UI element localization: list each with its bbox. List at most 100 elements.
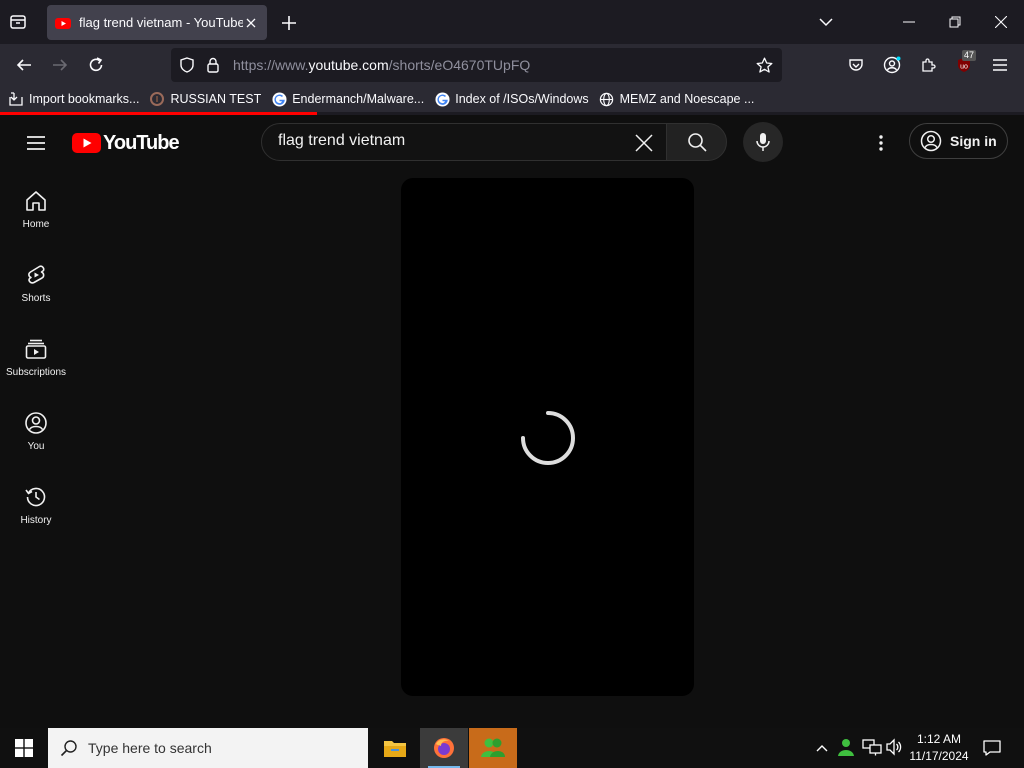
taskbar-file-explorer[interactable]: [371, 728, 419, 768]
history-icon: [25, 487, 46, 507]
shorts-icon: [28, 265, 45, 284]
bookmark-index-isos[interactable]: Index of /ISOs/Windows: [434, 91, 589, 107]
search-icon: [60, 740, 77, 757]
sign-in-label: Sign in: [950, 133, 997, 149]
notification-icon: [983, 740, 1001, 756]
bookmarks-toolbar: Import bookmarks... RUSSIAN TEST Enderma…: [0, 86, 1024, 112]
account-icon: [883, 56, 901, 74]
bookmark-import[interactable]: Import bookmarks...: [8, 91, 139, 107]
arrow-left-icon: [16, 59, 31, 71]
taskbar-search-box[interactable]: Type here to search: [48, 728, 368, 768]
sidebar-item-label: Shorts: [21, 293, 51, 304]
tab-youtube[interactable]: flag trend vietnam - YouTube: [47, 5, 267, 40]
url-text[interactable]: https://www.youtube.com/shorts/eO4670TUp…: [233, 57, 530, 73]
taskbar-app-green-people[interactable]: [469, 728, 517, 768]
chevron-up-icon: [816, 745, 828, 752]
firefox-icon: [434, 738, 454, 758]
sidebar-item-shorts[interactable]: Shorts: [0, 249, 72, 323]
sidebar-item-history[interactable]: History: [0, 471, 72, 545]
minimize-icon: [903, 21, 915, 23]
start-button[interactable]: [0, 728, 48, 768]
clock-date: 11/17/2024: [909, 749, 969, 763]
bookmark-russian-test[interactable]: RUSSIAN TEST: [149, 91, 261, 107]
hamburger-menu-icon: [27, 136, 45, 150]
action-center-button[interactable]: [980, 737, 1004, 759]
close-window-button[interactable]: [978, 0, 1024, 44]
back-button[interactable]: [8, 49, 40, 81]
pocket-button[interactable]: [840, 49, 872, 81]
minimize-button[interactable]: [886, 0, 932, 44]
loading-spinner-icon: [521, 411, 575, 465]
clear-search-button[interactable]: [634, 133, 654, 153]
close-icon: [246, 18, 256, 27]
restore-icon: [949, 16, 961, 28]
sidebar-item-label: Subscriptions: [5, 367, 67, 378]
account-button[interactable]: [876, 49, 908, 81]
network-icon[interactable]: [862, 738, 882, 756]
sidebar-item-label: You: [27, 441, 45, 452]
you-icon: [25, 412, 47, 434]
chevron-down-icon: [819, 18, 833, 27]
search-icon: [687, 133, 707, 152]
close-icon: [995, 16, 1007, 28]
folder-icon: [384, 741, 406, 757]
tray-people-icon[interactable]: [836, 737, 856, 757]
bookmark-memz-noescape[interactable]: MEMZ and Noescape ...: [599, 91, 754, 107]
tracking-protection-icon[interactable]: [179, 57, 195, 73]
list-all-tabs-button[interactable]: [814, 12, 838, 32]
bookmark-endermanch-malware[interactable]: Endermanch/Malware...: [271, 91, 424, 107]
address-bar[interactable]: https://www.youtube.com/shorts/eO4670TUp…: [171, 48, 782, 82]
bookmark-star-button[interactable]: [756, 57, 773, 74]
microphone-icon: [756, 133, 770, 151]
sidebar-item-subscriptions[interactable]: Subscriptions: [0, 323, 72, 397]
taskbar-search-placeholder: Type here to search: [88, 740, 212, 756]
sign-in-button[interactable]: Sign in: [909, 123, 1008, 159]
pocket-icon: [849, 59, 863, 71]
arrow-right-icon: [53, 59, 68, 71]
new-tab-button[interactable]: [278, 12, 300, 34]
voice-search-button[interactable]: [743, 122, 783, 162]
show-hidden-icons-button[interactable]: [812, 738, 832, 758]
firefox-view-button[interactable]: [8, 12, 32, 32]
import-icon: [8, 91, 24, 107]
subscriptions-icon: [25, 339, 47, 359]
google-icon: [271, 91, 287, 107]
restore-button[interactable]: [932, 0, 978, 44]
search-input[interactable]: [278, 132, 618, 150]
people-icon: [481, 738, 505, 757]
ublock-extension-button[interactable]: uo 47: [948, 49, 980, 81]
puzzle-icon: [922, 58, 936, 72]
volume-icon[interactable]: [885, 738, 903, 756]
sidebar-item-home[interactable]: Home: [0, 175, 72, 249]
svg-text:uo: uo: [960, 64, 968, 71]
lock-icon[interactable]: [206, 57, 220, 73]
firefox-view-icon: [10, 15, 26, 29]
reload-button[interactable]: [80, 49, 112, 81]
extension-badge: 47: [962, 50, 977, 61]
close-icon: [635, 134, 653, 152]
clock-time: 1:12 AM: [916, 732, 962, 746]
guide-menu-button[interactable]: [24, 131, 48, 155]
youtube-logo[interactable]: YouTube: [72, 131, 180, 155]
app-menu-button[interactable]: [984, 49, 1016, 81]
star-icon: [756, 57, 773, 73]
sidebar-item-label: History: [20, 515, 52, 526]
settings-more-button[interactable]: [869, 131, 893, 155]
more-vertical-icon: [879, 135, 883, 151]
taskbar-clock[interactable]: 1:12 AM 11/17/2024: [906, 731, 972, 765]
reload-icon: [89, 57, 103, 72]
forward-button[interactable]: [44, 49, 76, 81]
youtube-header: YouTube Sign in: [0, 115, 1024, 171]
navigation-toolbar: https://www.youtube.com/shorts/eO4670TUp…: [0, 44, 1024, 86]
shorts-video-player[interactable]: [401, 178, 694, 696]
youtube-favicon-icon: [55, 17, 71, 29]
tab-close-button[interactable]: [243, 15, 259, 31]
youtube-logo-text: YouTube: [103, 131, 180, 154]
extensions-button[interactable]: [912, 49, 944, 81]
taskbar-firefox[interactable]: [420, 728, 468, 768]
search-box[interactable]: [261, 123, 667, 161]
sidebar-item-you[interactable]: You: [0, 397, 72, 471]
google-icon: [434, 91, 450, 107]
browser-tab-strip: flag trend vietnam - YouTube: [0, 0, 1024, 44]
search-button[interactable]: [666, 123, 727, 161]
